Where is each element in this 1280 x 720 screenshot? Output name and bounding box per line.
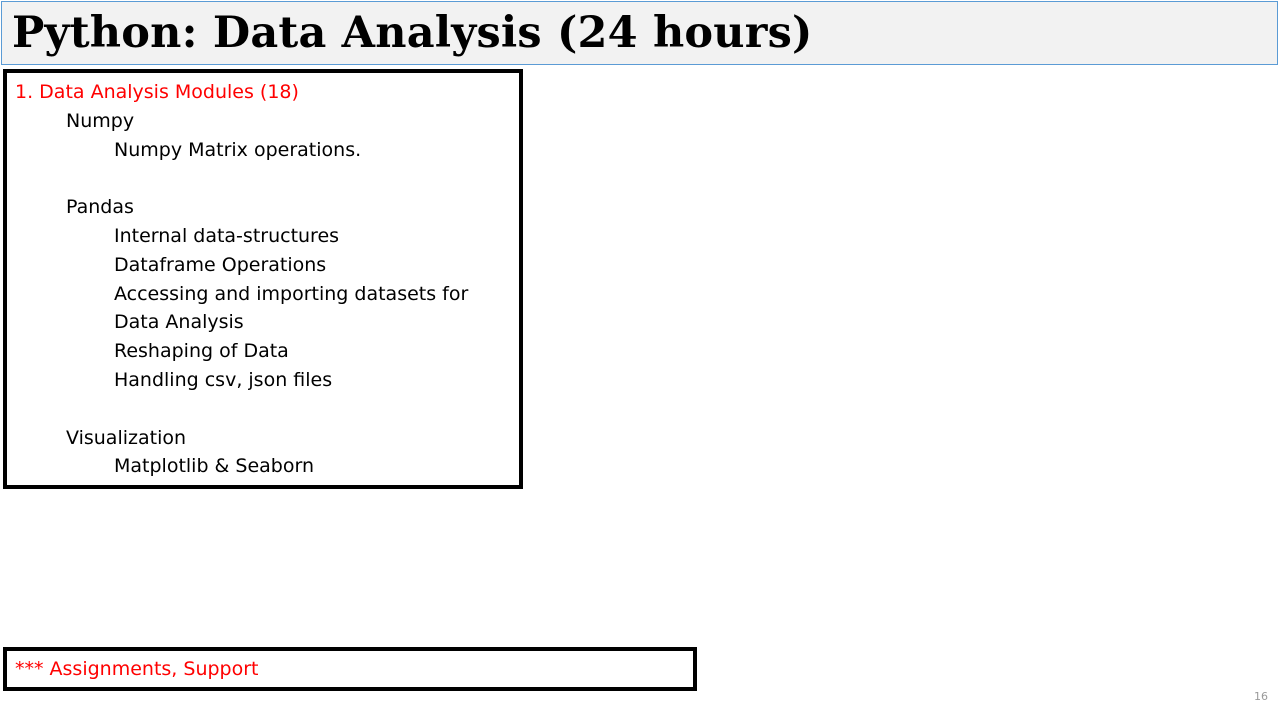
spacer-line: [15, 395, 468, 424]
modules-heading: 1. Data Analysis Modules (18): [15, 81, 299, 103]
slide-title: Python: Data Analysis (24 hours): [12, 8, 813, 58]
topic-internal-data-structures: Internal data-structures: [114, 224, 340, 247]
assignments-text: *** Assignments, Support: [15, 658, 259, 680]
spacer-line: [15, 164, 468, 193]
title-bar: Python: Data Analysis (24 hours): [1, 1, 1278, 65]
topic-handling-files: Handling csv, json files: [114, 368, 333, 391]
topic-reshaping-data: Reshaping of Data: [114, 340, 289, 363]
topic-accessing-datasets-continued: Data Analysis: [114, 311, 244, 334]
section-visualization: Visualization: [66, 426, 187, 449]
modules-list: 1. Data Analysis Modules (18) Numpy Nump…: [15, 78, 468, 481]
section-numpy: Numpy: [66, 109, 135, 132]
topic-accessing-datasets: Accessing and importing datasets for: [114, 282, 469, 305]
slide-number: 16: [1254, 690, 1268, 703]
section-pandas: Pandas: [66, 196, 134, 219]
modules-box: 1. Data Analysis Modules (18) Numpy Nump…: [3, 69, 523, 489]
assignments-box: *** Assignments, Support: [3, 647, 697, 691]
topic-matplotlib-seaborn: Matplotlib & Seaborn: [114, 455, 315, 478]
topic-dataframe-operations: Dataframe Operations: [114, 253, 327, 276]
topic-numpy-matrix-operations: Numpy Matrix operations.: [114, 138, 362, 161]
